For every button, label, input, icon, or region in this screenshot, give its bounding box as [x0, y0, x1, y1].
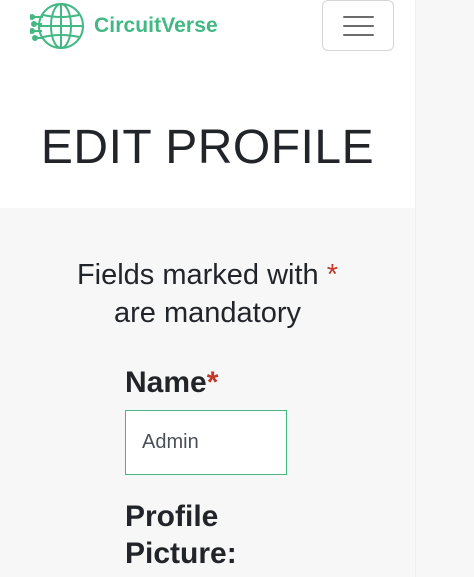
brand-link[interactable]: CircuitVerse [30, 0, 218, 55]
circuit-globe-icon [30, 3, 84, 49]
name-input[interactable] [125, 410, 287, 475]
hamburger-menu-icon [342, 15, 374, 18]
brand-name: CircuitVerse [94, 14, 218, 37]
page-title: EDIT PROFILE [40, 121, 375, 174]
hamburger-menu-icon [342, 24, 374, 27]
name-label-text: Name [125, 366, 207, 399]
profile-picture-label: Profile Picture: [125, 500, 237, 570]
required-marker: * [326, 259, 339, 291]
edit-profile-form: Fields marked with * are mandatory Name*… [0, 208, 415, 577]
hamburger-menu-icon [342, 33, 374, 36]
name-label: Name* [125, 364, 218, 401]
right-gutter [415, 0, 474, 577]
mandatory-note: Fields marked with * are mandatory [40, 256, 375, 332]
mandatory-note-prefix: Fields marked with [76, 259, 319, 291]
menu-toggle-button[interactable] [322, 0, 394, 51]
mandatory-note-suffix: are mandatory [114, 297, 301, 329]
name-required-marker: * [206, 366, 219, 399]
navbar: CircuitVerse [0, 0, 415, 60]
